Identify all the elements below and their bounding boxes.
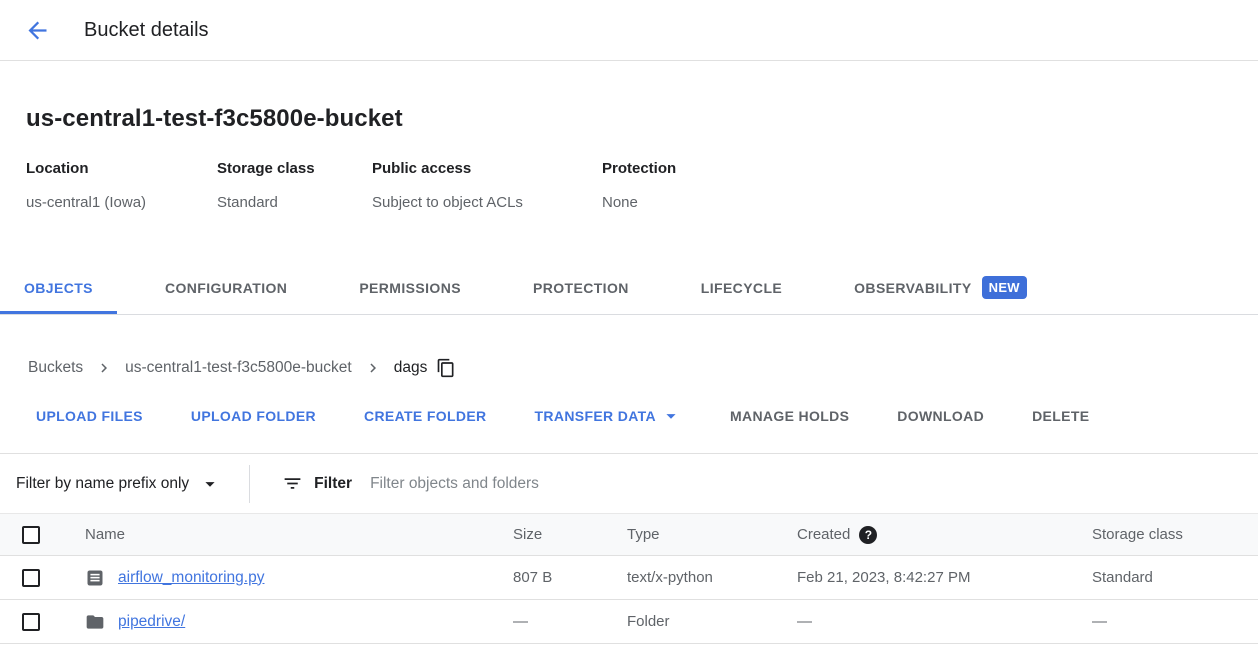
meta-label: Storage class [217, 160, 342, 177]
content-copy-icon [436, 358, 456, 378]
back-button[interactable] [20, 13, 54, 47]
button-label: MANAGE HOLDS [730, 408, 849, 424]
bucket-meta-row: Location us-central1 (Iowa) Storage clas… [26, 160, 1232, 211]
breadcrumb: Buckets us-central1-test-f3c5800e-bucket… [0, 356, 1258, 380]
column-header-label: Created [797, 526, 850, 543]
manage-holds-button[interactable]: MANAGE HOLDS [718, 398, 861, 434]
select-all-checkbox[interactable] [22, 526, 40, 544]
tab-label: OBJECTS [24, 280, 93, 296]
table-body: airflow_monitoring.py 807 B text/x-pytho… [0, 556, 1258, 644]
create-folder-button[interactable]: CREATE FOLDER [352, 398, 499, 434]
transfer-data-button[interactable]: TRANSFER DATA [523, 398, 694, 434]
tab-configuration[interactable]: CONFIGURATION [141, 264, 311, 314]
object-name-cell: airflow_monitoring.py [85, 568, 513, 588]
meta-value: Standard [217, 194, 342, 211]
object-name-cell: pipedrive/ [85, 612, 513, 632]
table-header-row: Name Size Type Created ? Storage class [0, 513, 1258, 556]
page-title: Bucket details [84, 19, 209, 42]
delete-button[interactable]: DELETE [1020, 398, 1101, 434]
column-header-created: Created ? [797, 526, 1092, 544]
button-label: DOWNLOAD [897, 408, 984, 424]
tab-observability[interactable]: OBSERVABILITY NEW [830, 264, 1051, 314]
filter-scope-label: Filter by name prefix only [16, 475, 189, 493]
tab-label: LIFECYCLE [701, 280, 782, 296]
table-row: pipedrive/ — Folder — — [0, 600, 1258, 644]
object-type: text/x-python [627, 569, 797, 586]
row-checkbox-cell [0, 613, 85, 631]
button-label: UPLOAD FILES [36, 408, 143, 424]
column-header-type: Type [627, 526, 797, 543]
tab-label: CONFIGURATION [165, 280, 287, 296]
row-checkbox[interactable] [22, 569, 40, 587]
folder-icon [85, 612, 105, 632]
caret-down-icon [199, 473, 221, 495]
meta-label: Public access [372, 160, 572, 177]
arrow-left-icon [24, 17, 51, 44]
help-circle-icon[interactable]: ? [859, 526, 877, 544]
meta-value: Subject to object ACLs [372, 194, 572, 211]
object-created: — [797, 613, 1092, 630]
meta-location: Location us-central1 (Iowa) [26, 160, 217, 211]
breadcrumb-current-folder: dags [394, 359, 428, 377]
filter-label: Filter [314, 475, 352, 493]
chevron-right-icon [364, 359, 382, 377]
meta-storage-class: Storage class Standard [217, 160, 372, 211]
meta-value: us-central1 (Iowa) [26, 194, 187, 211]
column-header-size: Size [513, 526, 627, 543]
tab-protection[interactable]: PROTECTION [509, 264, 653, 314]
caret-down-icon [660, 405, 682, 427]
upload-folder-button[interactable]: UPLOAD FOLDER [179, 398, 328, 434]
header-checkbox-cell [0, 526, 85, 544]
meta-label: Location [26, 160, 187, 177]
meta-label: Protection [602, 160, 676, 177]
breadcrumb-bucket-name[interactable]: us-central1-test-f3c5800e-bucket [125, 359, 352, 377]
tab-label: PROTECTION [533, 280, 629, 296]
meta-value: None [602, 194, 676, 211]
download-button[interactable]: DOWNLOAD [885, 398, 996, 434]
filter-bar: Filter by name prefix only Filter [0, 453, 1258, 513]
button-label: UPLOAD FOLDER [191, 408, 316, 424]
tab-label: PERMISSIONS [359, 280, 461, 296]
file-icon [85, 568, 105, 588]
tab-label: OBSERVABILITY [854, 280, 971, 296]
object-link[interactable]: pipedrive/ [118, 613, 185, 631]
objects-table: Name Size Type Created ? Storage class a… [0, 513, 1258, 644]
tab-lifecycle[interactable]: LIFECYCLE [677, 264, 806, 314]
bucket-name: us-central1-test-f3c5800e-bucket [26, 105, 1232, 133]
bucket-summary: us-central1-test-f3c5800e-bucket Locatio… [0, 105, 1258, 211]
column-header-storage-class: Storage class [1092, 526, 1258, 543]
upload-files-button[interactable]: UPLOAD FILES [24, 398, 155, 434]
object-size: 807 B [513, 569, 627, 586]
breadcrumb-buckets[interactable]: Buckets [28, 359, 83, 377]
row-checkbox[interactable] [22, 613, 40, 631]
object-type: Folder [627, 613, 797, 630]
new-badge: NEW [982, 276, 1027, 299]
chevron-right-icon [95, 359, 113, 377]
divider [249, 465, 250, 503]
object-size: — [513, 613, 627, 630]
row-checkbox-cell [0, 569, 85, 587]
meta-protection: Protection None [602, 160, 706, 211]
meta-public-access: Public access Subject to object ACLs [372, 160, 602, 211]
tab-permissions[interactable]: PERMISSIONS [335, 264, 485, 314]
object-actions-toolbar: UPLOAD FILES UPLOAD FOLDER CREATE FOLDER… [0, 396, 1258, 436]
object-link[interactable]: airflow_monitoring.py [118, 569, 264, 587]
copy-path-button[interactable] [436, 358, 456, 378]
tab-bar: OBJECTS CONFIGURATION PERMISSIONS PROTEC… [0, 264, 1258, 315]
filter-input[interactable] [370, 475, 930, 493]
table-row: airflow_monitoring.py 807 B text/x-pytho… [0, 556, 1258, 600]
filter-list-icon [282, 473, 303, 494]
app-bar: Bucket details [0, 0, 1258, 61]
tab-objects[interactable]: OBJECTS [0, 264, 117, 314]
button-label: TRANSFER DATA [535, 408, 656, 424]
object-storage-class: — [1092, 613, 1258, 630]
button-label: CREATE FOLDER [364, 408, 487, 424]
object-created: Feb 21, 2023, 8:42:27 PM [797, 569, 1092, 586]
object-storage-class: Standard [1092, 569, 1258, 586]
column-header-name: Name [85, 526, 513, 543]
filter-scope-selector[interactable]: Filter by name prefix only [16, 473, 221, 495]
button-label: DELETE [1032, 408, 1089, 424]
